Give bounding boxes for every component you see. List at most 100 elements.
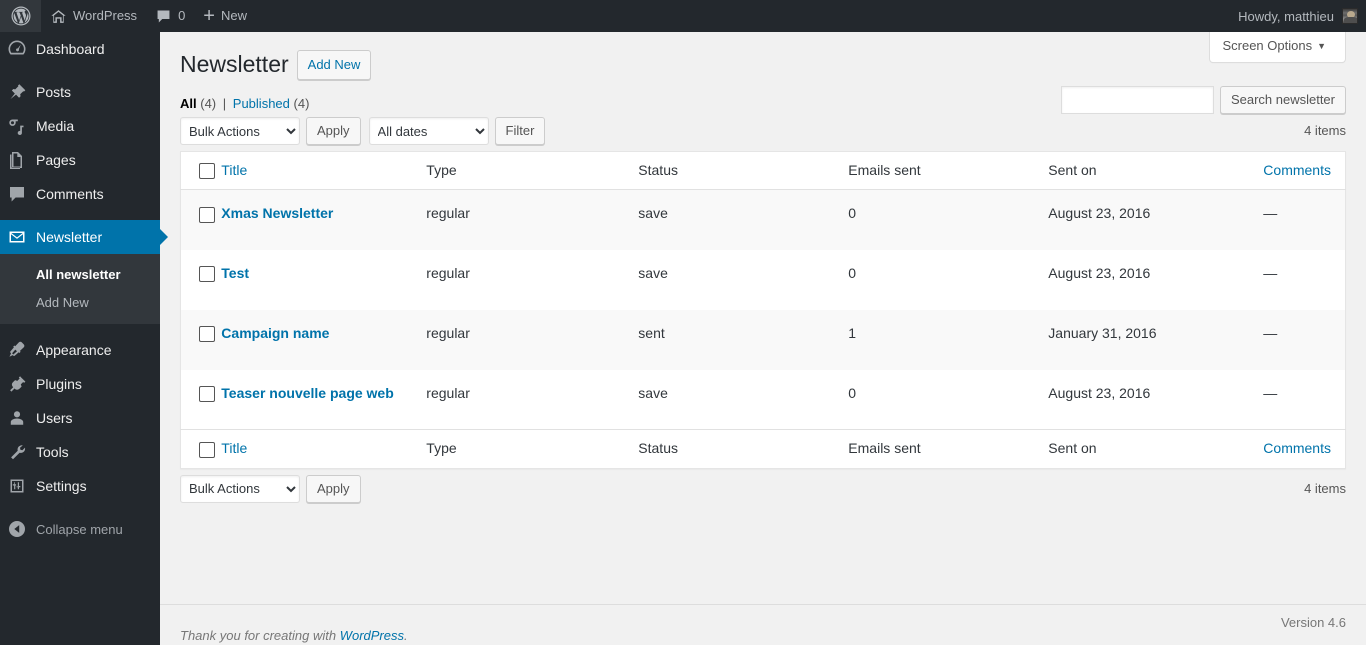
menu-separator bbox=[0, 211, 160, 220]
menu-separator bbox=[0, 503, 160, 512]
row-checkbox[interactable] bbox=[199, 206, 215, 223]
new-content-label: New bbox=[220, 8, 247, 23]
header-type: Type bbox=[426, 162, 457, 178]
submenu-item-all-newsletter[interactable]: All newsletter bbox=[0, 261, 160, 289]
table-header-row: Title Type Status Emails sent Sent on Co… bbox=[180, 152, 1346, 190]
apply-button-bottom[interactable]: Apply bbox=[306, 474, 361, 503]
bulk-actions-select-top[interactable]: Bulk ActionsDelete bbox=[180, 117, 300, 145]
select-all-footer bbox=[181, 430, 215, 468]
users-icon bbox=[0, 401, 34, 435]
cell-type: regular bbox=[426, 264, 470, 281]
sidebar-item-settings[interactable]: Settings bbox=[0, 469, 160, 503]
cell-comments: — bbox=[1263, 324, 1278, 341]
row-checkbox[interactable] bbox=[199, 326, 215, 343]
admin-bar-spacer bbox=[256, 0, 1238, 32]
view-all-count: (4) bbox=[200, 96, 217, 111]
plus-icon: + bbox=[203, 5, 215, 27]
row-checkbox[interactable] bbox=[199, 386, 215, 403]
comments-bubble-button[interactable]: 0 bbox=[146, 0, 194, 32]
sidebar-item-users[interactable]: Users bbox=[0, 401, 160, 435]
pin-icon bbox=[0, 75, 34, 109]
comment-bubble-icon bbox=[157, 10, 170, 22]
tablenav-top-actions: Bulk ActionsDelete Apply All datesJanuar… bbox=[180, 117, 546, 145]
new-content-button[interactable]: + New bbox=[194, 0, 256, 32]
row-title-link[interactable]: Test bbox=[221, 265, 249, 281]
sidebar-item-posts[interactable]: Posts bbox=[0, 75, 160, 109]
add-new-button[interactable]: Add New bbox=[296, 50, 372, 80]
sidebar-item-newsletter[interactable]: Newsletter bbox=[0, 220, 168, 254]
row-select-cell bbox=[181, 310, 215, 370]
filter-button[interactable]: Filter bbox=[494, 117, 546, 145]
table-row: Teaser nouvelle page web regular save 0 Augu… bbox=[181, 370, 1346, 430]
cell-title: Xmas Newsletter bbox=[211, 190, 416, 250]
collapse-menu-button[interactable]: Collapse menu bbox=[0, 512, 160, 546]
media-icon bbox=[0, 109, 34, 143]
table-row: Xmas Newsletter regular save 0 August 23, 20… bbox=[180, 189, 1346, 250]
footer-sent-on: Sent on bbox=[1048, 440, 1097, 457]
cell-type: regular bbox=[426, 384, 470, 401]
admin-bar: WordPress 0 + New Howdy, matthieu bbox=[0, 0, 1366, 32]
row-title-link[interactable]: Xmas Newsletter bbox=[221, 205, 333, 221]
cell-sent-on: August 23, 2016 bbox=[1048, 205, 1151, 222]
search-submit-button[interactable]: Search newsletter bbox=[1219, 86, 1346, 114]
view-published: Published (4) bbox=[233, 96, 310, 111]
view-filter-links: All (4) | Published (4) bbox=[180, 91, 309, 117]
date-filter-select[interactable]: All datesJanuary 2016August 2016 bbox=[368, 117, 489, 145]
my-account-menu[interactable]: Howdy, matthieu bbox=[1238, 0, 1366, 32]
bulk-actions-select-bottom[interactable]: Bulk ActionsDelete bbox=[180, 474, 300, 503]
pages-icon bbox=[0, 143, 34, 177]
sidebar-item-label: Appearance bbox=[36, 342, 112, 359]
row-title-link[interactable]: Teaser nouvelle page web bbox=[221, 385, 393, 401]
select-all-checkbox-bottom[interactable] bbox=[199, 441, 215, 458]
screen-options-toggle[interactable]: Screen Options ▼ bbox=[1209, 32, 1346, 63]
sidebar-item-label: Dashboard bbox=[36, 41, 105, 57]
sidebar-item-media[interactable]: Media bbox=[0, 109, 160, 143]
admin-footer: Thank you for creating with WordPress. V… bbox=[160, 604, 1366, 645]
site-name-button[interactable]: WordPress bbox=[41, 0, 146, 32]
sidebar-item-tools[interactable]: Tools bbox=[0, 435, 160, 469]
displaying-num-top: 4 items bbox=[1304, 123, 1346, 138]
footer-version: Version 4.6 bbox=[1280, 615, 1346, 630]
cell-status: save bbox=[638, 205, 668, 222]
search-input[interactable] bbox=[1060, 86, 1214, 114]
cell-comments: — bbox=[1263, 384, 1278, 401]
sidebar-item-label: Media bbox=[36, 118, 75, 134]
row-checkbox[interactable] bbox=[199, 266, 215, 283]
screen-meta-links: Screen Options ▼ bbox=[1209, 32, 1346, 63]
sidebar-item-appearance[interactable]: Appearance bbox=[0, 333, 160, 367]
sidebar-item-comments[interactable]: Comments bbox=[0, 177, 160, 211]
footer-comments: Comments bbox=[1253, 430, 1345, 468]
cell-sent-on: August 23, 2016 bbox=[1048, 384, 1151, 401]
cell-emails-sent: 0 bbox=[848, 205, 857, 222]
cell-status: save bbox=[638, 264, 668, 281]
sidebar-item-plugins[interactable]: Plugins bbox=[0, 367, 160, 401]
apply-button-top[interactable]: Apply bbox=[306, 117, 361, 145]
view-published-count: (4) bbox=[293, 96, 310, 111]
page-title: Newsletter bbox=[180, 51, 289, 77]
view-published-link[interactable]: Published bbox=[233, 96, 290, 111]
select-all-checkbox-top[interactable] bbox=[199, 163, 215, 180]
footer-thanks-suffix: . bbox=[404, 628, 408, 643]
cell-comments: — bbox=[1263, 264, 1278, 281]
footer-comments-link[interactable]: Comments bbox=[1263, 440, 1331, 456]
submenu-item-add-new[interactable]: Add New bbox=[0, 289, 160, 317]
view-all-link[interactable]: All bbox=[180, 96, 197, 111]
sidebar-item-label: Tools bbox=[36, 444, 69, 461]
footer-title-link[interactable]: Title bbox=[221, 440, 247, 456]
header-title-link[interactable]: Title bbox=[221, 162, 247, 178]
displaying-num-bottom: 4 items bbox=[1304, 480, 1346, 496]
wordpress-logo-button[interactable] bbox=[0, 0, 41, 32]
sidebar-item-dashboard[interactable]: Dashboard bbox=[0, 32, 160, 66]
cell-title: Teaser nouvelle page web bbox=[211, 370, 416, 430]
row-title-link[interactable]: Campaign name bbox=[221, 325, 329, 341]
cell-title: Campaign name bbox=[211, 310, 416, 370]
header-comments-link[interactable]: Comments bbox=[1263, 162, 1331, 178]
table-row: Campaign name regular sent 1 January 31, 201… bbox=[180, 309, 1346, 370]
wordpress-link[interactable]: WordPress bbox=[340, 628, 404, 643]
table-body: Xmas Newsletter regular save 0 August 23, 20… bbox=[180, 189, 1346, 430]
tablenav-top: Bulk ActionsDelete Apply All datesJanuar… bbox=[180, 117, 1346, 147]
chevron-down-icon: ▼ bbox=[1317, 41, 1326, 51]
collapse-menu-label: Collapse menu bbox=[36, 521, 123, 537]
footer-type: Type bbox=[426, 440, 457, 457]
sidebar-item-pages[interactable]: Pages bbox=[0, 143, 160, 177]
